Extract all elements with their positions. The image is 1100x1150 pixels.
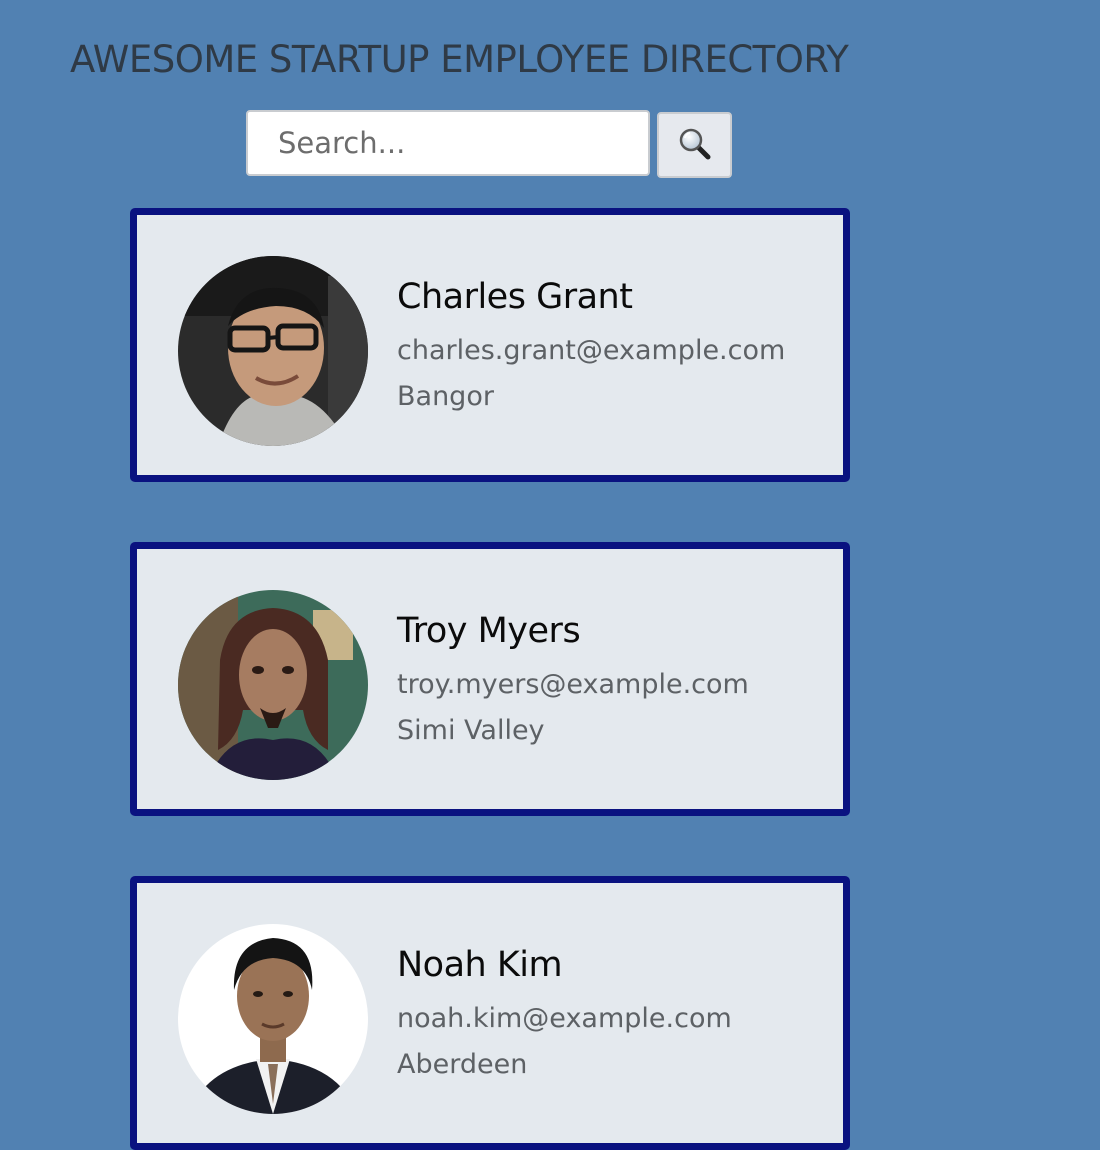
magnifying-glass-icon — [678, 127, 712, 164]
page-title: AWESOME STARTUP EMPLOYEE DIRECTORY — [70, 38, 849, 81]
employee-city: Simi Valley — [397, 715, 545, 746]
employee-name: Noah Kim — [397, 945, 563, 985]
employee-email: charles.grant@example.com — [397, 335, 786, 366]
employee-city: Bangor — [397, 381, 494, 412]
search-button[interactable] — [657, 112, 732, 178]
employee-name: Troy Myers — [397, 611, 581, 651]
employee-name: Charles Grant — [397, 277, 633, 317]
employee-avatar — [178, 590, 368, 780]
employee-city: Aberdeen — [397, 1049, 528, 1080]
employee-card[interactable]: Noah Kim noah.kim@example.com Aberdeen — [130, 876, 850, 1150]
employee-avatar — [178, 924, 368, 1114]
employee-avatar — [178, 256, 368, 446]
employee-card[interactable]: Troy Myers troy.myers@example.com Simi V… — [130, 542, 850, 816]
search-input[interactable] — [246, 110, 650, 176]
employee-email: troy.myers@example.com — [397, 669, 749, 700]
employee-card[interactable]: Charles Grant charles.grant@example.com … — [130, 208, 850, 482]
employee-email: noah.kim@example.com — [397, 1003, 732, 1034]
